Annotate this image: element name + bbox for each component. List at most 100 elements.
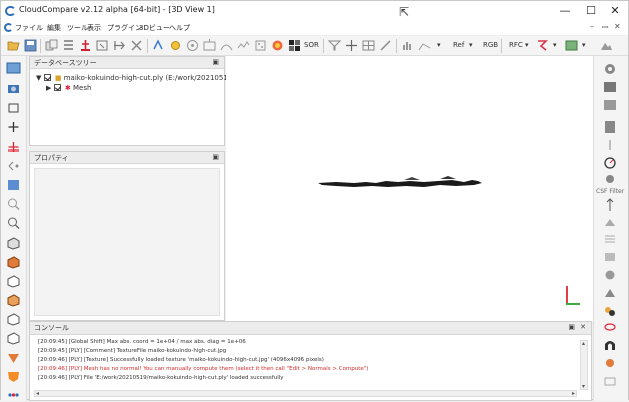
register-icon[interactable]: [168, 38, 183, 53]
ellipse-icon[interactable]: [602, 320, 618, 334]
canupo-icon[interactable]: [602, 304, 618, 318]
zoom-icon[interactable]: [6, 216, 21, 230]
animation-icon[interactable]: [602, 216, 618, 230]
mesh-visibility-checkbox[interactable]: [53, 84, 61, 91]
align-icon[interactable]: [151, 38, 166, 53]
crosshair-icon[interactable]: [344, 38, 359, 53]
menu-tools[interactable]: ツール: [67, 23, 88, 33]
grid-icon[interactable]: [361, 38, 376, 53]
csf-filter-label[interactable]: CSF Filter: [596, 188, 624, 195]
cloud-layers-icon[interactable]: [602, 232, 618, 246]
dropdown-arrow-1[interactable]: ▾: [437, 41, 441, 49]
iso-view-2-icon[interactable]: [6, 350, 21, 364]
left-view-icon[interactable]: [6, 293, 21, 307]
delete-icon[interactable]: [129, 38, 144, 53]
dropdown-arrow-3[interactable]: ▾: [525, 41, 529, 49]
knife-icon[interactable]: [378, 38, 393, 53]
tree-item-root[interactable]: ▼ ■ maiko-kokuindo-high-cut.ply (E:/work…: [36, 74, 239, 82]
calculator-icon[interactable]: [602, 120, 618, 134]
facets-icon[interactable]: [602, 172, 618, 186]
open-file-icon[interactable]: [6, 38, 21, 53]
shield-orange-icon[interactable]: [6, 369, 21, 383]
compute-normals-icon[interactable]: [202, 38, 217, 53]
menu-help[interactable]: ヘルプ: [169, 23, 190, 33]
rgb-label[interactable]: RGB: [483, 41, 498, 49]
top-view-icon[interactable]: [6, 236, 21, 250]
subsample-icon[interactable]: [78, 38, 93, 53]
visibility-checkbox[interactable]: [43, 74, 51, 81]
tree-item-mesh[interactable]: ▶ ✱ Mesh: [46, 84, 91, 92]
compass-icon[interactable]: [602, 156, 618, 170]
translate-icon[interactable]: [112, 38, 127, 53]
dropdown-arrow-4[interactable]: ▾: [553, 41, 557, 49]
save-icon[interactable]: [23, 38, 38, 53]
plugin-icon[interactable]: [564, 38, 579, 53]
scroll-left-icon[interactable]: ◂: [36, 390, 39, 397]
mdi-close-button[interactable]: ✕: [614, 22, 621, 31]
north-arrow-icon[interactable]: [602, 198, 618, 212]
right-view-icon[interactable]: [6, 312, 21, 326]
settings-icon[interactable]: [602, 62, 618, 76]
mplane-icon[interactable]: [602, 286, 618, 300]
back-view-icon[interactable]: [6, 274, 21, 288]
rfc-label[interactable]: RFC: [509, 41, 523, 49]
menu-edit[interactable]: 編集: [47, 23, 61, 33]
dock-float-icon[interactable]: ▣: [212, 58, 219, 66]
3d-view-canvas[interactable]: [226, 56, 593, 321]
screenshot-icon[interactable]: [6, 61, 21, 75]
scalar-field-icon[interactable]: [287, 38, 302, 53]
print-icon[interactable]: [602, 374, 618, 388]
shape-icon[interactable]: [535, 38, 550, 53]
close-button[interactable]: ✕: [604, 3, 626, 19]
scroll-up-icon[interactable]: ▴: [582, 340, 585, 347]
dropdown-arrow-2[interactable]: ▾: [469, 41, 473, 49]
menu-display[interactable]: 表示: [87, 23, 101, 33]
properties-float-icon[interactable]: ▣: [212, 153, 219, 161]
pivot-icon[interactable]: [6, 101, 21, 115]
color-ramp-icon[interactable]: [270, 38, 285, 53]
merge-icon[interactable]: [61, 38, 76, 53]
front-view-icon[interactable]: [6, 178, 21, 192]
segment-icon[interactable]: [95, 38, 110, 53]
picking-icon[interactable]: [6, 140, 21, 154]
mdi-minimize-button[interactable]: –: [590, 22, 594, 31]
zoom-fit-icon[interactable]: [6, 197, 21, 211]
menu-plugins[interactable]: プラグイン: [107, 23, 142, 33]
distance-icon[interactable]: [185, 38, 200, 53]
camera-icon[interactable]: [6, 81, 21, 95]
clone-icon[interactable]: [44, 38, 59, 53]
sphere-icon[interactable]: [602, 268, 618, 282]
mdi-restore-button[interactable]: ꟷ: [602, 22, 609, 33]
mountain-icon[interactable]: [599, 38, 614, 53]
collapse-arrow-icon[interactable]: ▶: [46, 84, 51, 92]
maximize-button[interactable]: ☐: [580, 3, 602, 19]
menu-file[interactable]: ファイル: [15, 23, 43, 33]
sor-filter-label[interactable]: SOR: [304, 41, 319, 49]
histogram-icon[interactable]: [400, 38, 415, 53]
scroll-down-icon[interactable]: ▾: [582, 383, 585, 390]
roughness-icon[interactable]: [236, 38, 251, 53]
minimize-button[interactable]: —: [554, 3, 576, 19]
pcv-icon[interactable]: [602, 80, 618, 94]
point-list-icon[interactable]: [6, 159, 21, 173]
scroll-right-icon[interactable]: ▸: [572, 390, 575, 397]
plane-icon[interactable]: [602, 138, 618, 152]
dropdown-arrow-5[interactable]: ▾: [582, 41, 586, 49]
console-vertical-scrollbar[interactable]: ▴ ▾: [580, 340, 588, 390]
density-icon[interactable]: [253, 38, 268, 53]
bottom-view-icon[interactable]: [6, 255, 21, 269]
expand-arrow-icon[interactable]: ▼: [36, 74, 41, 82]
m3c2-icon[interactable]: [602, 356, 618, 370]
hough-icon[interactable]: [602, 250, 618, 264]
iso-view-1-icon[interactable]: [6, 331, 21, 345]
menu-3dview[interactable]: 3Dビュー: [139, 23, 170, 33]
console-float-icon[interactable]: ▣: [568, 323, 575, 331]
add-point-icon[interactable]: [6, 120, 21, 134]
filter-icon[interactable]: [327, 38, 342, 53]
ssao-icon[interactable]: [602, 98, 618, 112]
arch-icon[interactable]: [602, 338, 618, 352]
curvature-icon[interactable]: [219, 38, 234, 53]
console-close-icon[interactable]: ✕: [580, 323, 586, 331]
profile-icon[interactable]: [417, 38, 432, 53]
ref-label[interactable]: Ref: [453, 41, 464, 49]
